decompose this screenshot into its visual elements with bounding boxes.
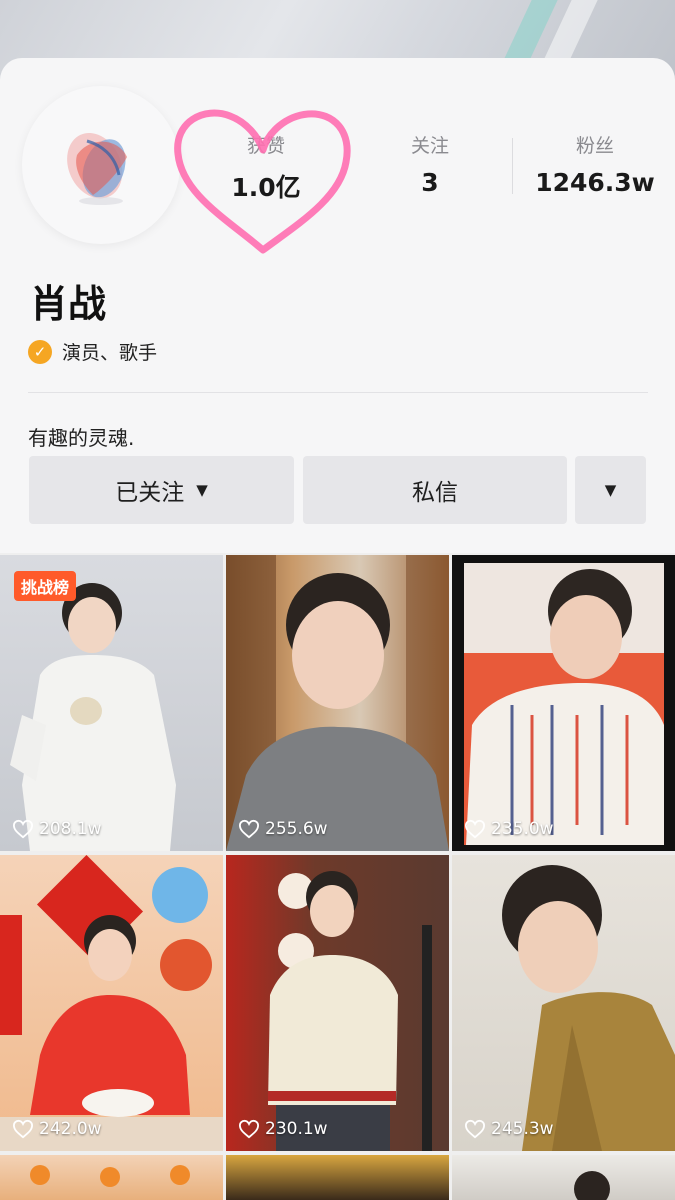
video-likes: 245.3w <box>464 1119 554 1139</box>
video-likes: 208.1w <box>12 819 102 839</box>
message-button-label: 私信 <box>412 480 458 506</box>
video-likes-count: 235.0w <box>491 819 554 839</box>
caret-down-icon: ▼ <box>196 481 208 499</box>
stat-likes-value: 1.0亿 <box>231 173 301 202</box>
video-thumbnail-image <box>226 555 449 851</box>
stat-followers-label: 粉丝 <box>575 135 614 157</box>
video-thumbnail[interactable] <box>0 1155 223 1200</box>
video-likes-count: 245.3w <box>491 1119 554 1139</box>
video-thumbnail[interactable] <box>226 1155 449 1200</box>
heart-icon <box>12 819 34 839</box>
stat-followers-value: 1246.3w <box>535 168 655 197</box>
video-thumbnail[interactable]: 242.0w <box>0 855 223 1151</box>
video-thumbnail[interactable]: 235.0w <box>452 555 675 851</box>
video-thumbnail[interactable]: 245.3w <box>452 855 675 1151</box>
more-options-button[interactable]: ▼ <box>575 456 646 524</box>
stat-following[interactable]: 关注 3 <box>350 134 510 197</box>
video-thumbnail-image <box>30 1165 190 1187</box>
stat-following-label: 关注 <box>410 135 449 157</box>
video-likes-count: 208.1w <box>39 819 102 839</box>
heart-icon <box>12 1119 34 1139</box>
video-likes-count: 242.0w <box>39 1119 102 1139</box>
avatar-logo-icon <box>67 133 127 205</box>
caret-down-icon: ▼ <box>604 481 617 499</box>
heart-icon <box>238 1119 260 1139</box>
video-likes: 242.0w <box>12 1119 102 1139</box>
video-likes: 235.0w <box>464 819 554 839</box>
profile-name: 肖战 <box>30 282 107 326</box>
video-likes-count: 255.6w <box>265 819 328 839</box>
follow-button-label: 已关注 <box>115 480 185 506</box>
stat-likes[interactable]: 获赞 1.0亿 <box>186 134 346 204</box>
video-thumbnail[interactable]: 230.1w <box>226 855 449 1151</box>
video-thumbnail-image <box>574 1171 610 1200</box>
heart-icon <box>238 819 260 839</box>
video-likes: 230.1w <box>238 1119 328 1139</box>
stat-following-value: 3 <box>421 168 439 197</box>
stat-likes-label: 获赞 <box>246 135 285 157</box>
avatar[interactable] <box>22 86 180 244</box>
stat-followers[interactable]: 粉丝 1246.3w <box>515 134 675 197</box>
verified-check-icon: ✓ <box>28 339 52 364</box>
stat-divider <box>512 138 513 194</box>
heart-icon <box>464 1119 486 1139</box>
video-thumbnail-image <box>268 871 432 1151</box>
verification-row: ✓ 演员、歌手 <box>28 338 157 365</box>
video-thumbnail[interactable]: 255.6w <box>226 555 449 851</box>
follow-button[interactable]: 已关注 ▼ <box>29 456 294 524</box>
video-grid: 挑战榜 208.1w 255.6w 235.0w 242.0w 230.1w 2… <box>0 553 675 1200</box>
verification-text: 演员、歌手 <box>62 342 158 364</box>
video-likes: 255.6w <box>238 819 328 839</box>
divider <box>28 392 648 393</box>
video-thumbnail-image <box>0 855 223 1151</box>
profile-bio: 有趣的灵魂. <box>28 426 135 450</box>
heart-icon <box>464 819 486 839</box>
video-thumbnail[interactable]: 挑战榜 208.1w <box>0 555 223 851</box>
video-likes-count: 230.1w <box>265 1119 328 1139</box>
video-thumbnail-image <box>502 865 675 1151</box>
video-thumbnail[interactable] <box>452 1155 675 1200</box>
challenge-tag: 挑战榜 <box>14 571 77 601</box>
message-button[interactable]: 私信 <box>303 456 567 524</box>
video-thumbnail-image <box>464 563 664 845</box>
